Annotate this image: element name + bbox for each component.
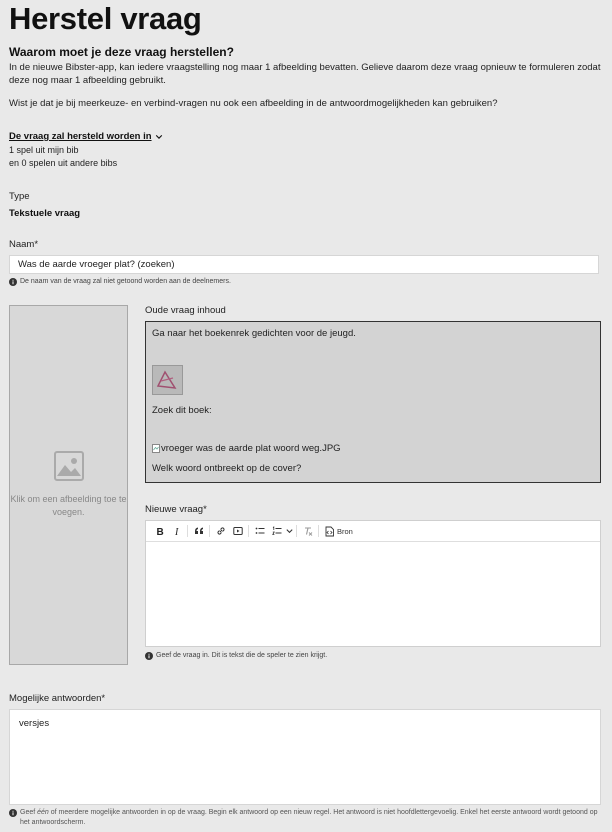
info-icon (145, 652, 153, 660)
intro-text: In de nieuwe Bibster-app, kan iedere vra… (9, 62, 601, 86)
restore-scope-label: De vraag zal hersteld worden in (9, 131, 152, 142)
question-fields: Oude vraag inhoud Ga naar het boekenrek … (145, 305, 601, 665)
photo-thumbnail-icon (156, 370, 177, 389)
numbered-list-icon (271, 526, 281, 535)
new-question-hint: Geef de vraag in. Dit is tekst die de sp… (145, 651, 601, 661)
type-label: Type (9, 191, 30, 202)
page-title: Herstel vraag (9, 1, 202, 36)
page: Herstel vraag Waarom moet je deze vraag … (0, 0, 612, 828)
remove-format-icon (304, 527, 312, 536)
old-content-thumbnail (152, 365, 183, 395)
answers-hint-text: Geef één of meerdere mogelijke antwoorde… (20, 808, 602, 828)
image-dropzone[interactable]: Klik om een afbeelding toe te voegen. (9, 305, 128, 665)
tip-text: Wist je dat je bij meerkeuze- en verbind… (9, 98, 498, 109)
link-button[interactable] (212, 523, 229, 539)
chevron-down-icon (286, 529, 293, 534)
answers-hint: Geef één of meerdere mogelijke antwoorde… (9, 808, 602, 828)
blockquote-button[interactable] (190, 523, 207, 539)
svg-text:B: B (156, 527, 163, 536)
broken-image-alt: vroeger was de aarde plat woord weg.JPG (161, 443, 341, 454)
answers-hint-pre: Geef (20, 809, 38, 816)
svg-text:I: I (174, 527, 179, 536)
new-question-hint-text: Geef de vraag in. Dit is tekst die de sp… (156, 652, 328, 659)
old-content-label: Oude vraag inhoud (145, 305, 226, 316)
italic-icon: I (174, 527, 179, 536)
restore-section: De vraag zal hersteld worden in 1 spel u… (9, 110, 602, 170)
info-icon (9, 278, 17, 286)
italic-button[interactable]: I (168, 523, 185, 539)
name-input[interactable] (9, 255, 599, 274)
restore-scope-toggle[interactable]: De vraag zal hersteld worden in (9, 131, 163, 142)
list-style-dropdown[interactable] (285, 523, 294, 539)
broken-image-icon (152, 444, 160, 453)
new-question-editor[interactable] (146, 542, 600, 646)
source-button[interactable]: Bron (321, 526, 356, 537)
restore-own-count: 1 spel uit mijn bib (9, 145, 79, 155)
restore-other-count: en 0 spelen uit andere bibs (9, 158, 118, 168)
type-value: Tekstuele vraag (9, 208, 81, 219)
info-icon (9, 809, 17, 817)
name-hint-text: De naam van de vraag zal niet getoond wo… (20, 278, 231, 285)
old-content-line: Welk woord ontbreekt op de cover? (152, 463, 302, 474)
image-placeholder-icon (53, 451, 84, 481)
remove-format-button[interactable] (299, 523, 316, 539)
new-question-label: Nieuwe vraag* (145, 504, 207, 515)
name-label: Naam* (9, 239, 39, 250)
chevron-down-icon (155, 134, 162, 139)
media-button[interactable] (229, 523, 246, 539)
rich-text-editor: B I Bron (145, 520, 601, 647)
answers-hint-emphasis: één (37, 809, 49, 816)
answers-hint-post: of meerdere mogelijke antwoorden in op d… (20, 809, 598, 826)
toolbar-separator (209, 525, 210, 537)
old-content-line: Ga naar het boekenrek gedichten voor de … (152, 328, 356, 339)
link-icon (216, 527, 225, 535)
quote-icon (194, 527, 203, 534)
old-content-line: Zoek dit boek: (152, 405, 212, 416)
old-content-box: Ga naar het boekenrek gedichten voor de … (145, 321, 601, 483)
answers-label: Mogelijke antwoorden* (9, 693, 106, 704)
toolbar-separator (318, 525, 319, 537)
toolbar-separator (187, 525, 188, 537)
old-content-broken-image: vroeger was de aarde plat woord weg.JPG (152, 443, 341, 454)
source-icon (325, 526, 334, 536)
image-dropzone-text: Klik om een afbeelding toe te voegen. (10, 494, 127, 517)
bullet-list-icon (255, 527, 264, 534)
editor-toolbar: B I Bron (146, 521, 600, 542)
bold-icon: B (156, 527, 163, 536)
answers-textarea[interactable]: versjes (9, 709, 601, 805)
source-button-label: Bron (337, 526, 353, 536)
toolbar-separator (296, 525, 297, 537)
numbered-list-button[interactable] (268, 523, 285, 539)
question-row: Klik om een afbeelding toe te voegen. Ou… (9, 305, 602, 665)
media-icon (232, 527, 243, 535)
bullet-list-button[interactable] (251, 523, 268, 539)
page-subtitle: Waarom moet je deze vraag herstellen? (9, 45, 234, 59)
name-hint: De naam van de vraag zal niet getoond wo… (9, 277, 602, 287)
bold-button[interactable]: B (151, 523, 168, 539)
toolbar-separator (248, 525, 249, 537)
